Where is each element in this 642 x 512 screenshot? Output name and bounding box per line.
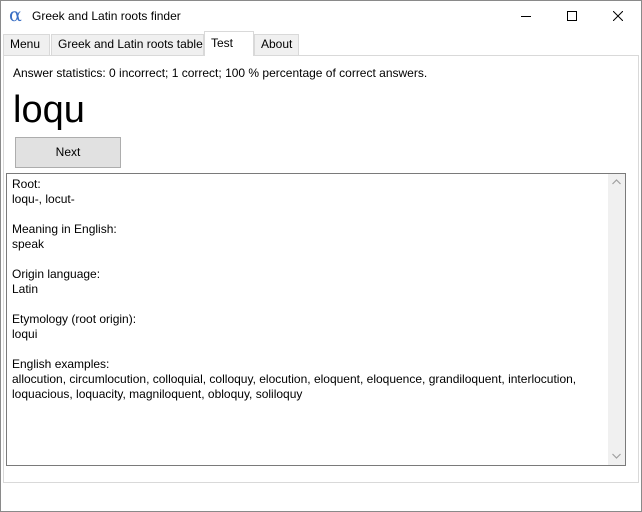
examples-label: English examples:: [12, 357, 110, 371]
maximize-button[interactable]: [549, 1, 595, 31]
etymology-section: Etymology (root origin): loqui: [12, 312, 610, 342]
etymology-value: loqui: [12, 327, 38, 341]
app-window: α Greek and Latin roots finder Menu Gree…: [0, 0, 642, 512]
tab-strip: Menu Greek and Latin roots table Test Ab…: [1, 31, 641, 56]
meaning-section: Meaning in English: speak: [12, 222, 610, 252]
alpha-icon: α: [9, 4, 22, 26]
tab-about[interactable]: About: [254, 34, 299, 55]
examples-section: English examples: allocution, circumlocu…: [12, 357, 610, 402]
etymology-label: Etymology (root origin):: [12, 312, 137, 326]
root-info-textbox[interactable]: Root: loqu-, locut- Meaning in English: …: [6, 173, 626, 466]
origin-section: Origin language: Latin: [12, 267, 610, 297]
root-section: Root: loqu-, locut-: [12, 177, 610, 207]
window-title: Greek and Latin roots finder: [32, 9, 181, 23]
title-bar[interactable]: α Greek and Latin roots finder: [1, 1, 641, 31]
chevron-up-icon: [612, 179, 621, 185]
root-info-content: Root: loqu-, locut- Meaning in English: …: [12, 177, 610, 417]
maximize-icon: [567, 11, 577, 21]
tab-test[interactable]: Test: [204, 31, 254, 56]
vertical-scrollbar[interactable]: [608, 174, 625, 465]
chevron-down-icon: [612, 453, 621, 459]
meaning-label: Meaning in English:: [12, 222, 117, 236]
close-icon: [613, 11, 623, 21]
tab-menu[interactable]: Menu: [3, 34, 50, 55]
meaning-value: speak: [12, 237, 45, 251]
next-button[interactable]: Next: [15, 137, 121, 168]
minimize-icon: [521, 16, 531, 17]
root-word-prompt: loqu: [13, 89, 85, 131]
tab-roots-table[interactable]: Greek and Latin roots table: [51, 34, 204, 55]
scroll-down-button[interactable]: [608, 448, 625, 465]
root-label: Root:: [12, 177, 41, 191]
answer-statistics: Answer statistics: 0 incorrect; 1 correc…: [13, 66, 428, 80]
minimize-button[interactable]: [503, 1, 549, 31]
examples-value: allocution, circumlocution, colloquial, …: [12, 372, 577, 401]
scroll-up-button[interactable]: [608, 174, 625, 191]
origin-value: Latin: [12, 282, 39, 296]
root-value: loqu-, locut-: [12, 192, 75, 206]
origin-label: Origin language:: [12, 267, 101, 281]
close-button[interactable]: [595, 1, 641, 31]
